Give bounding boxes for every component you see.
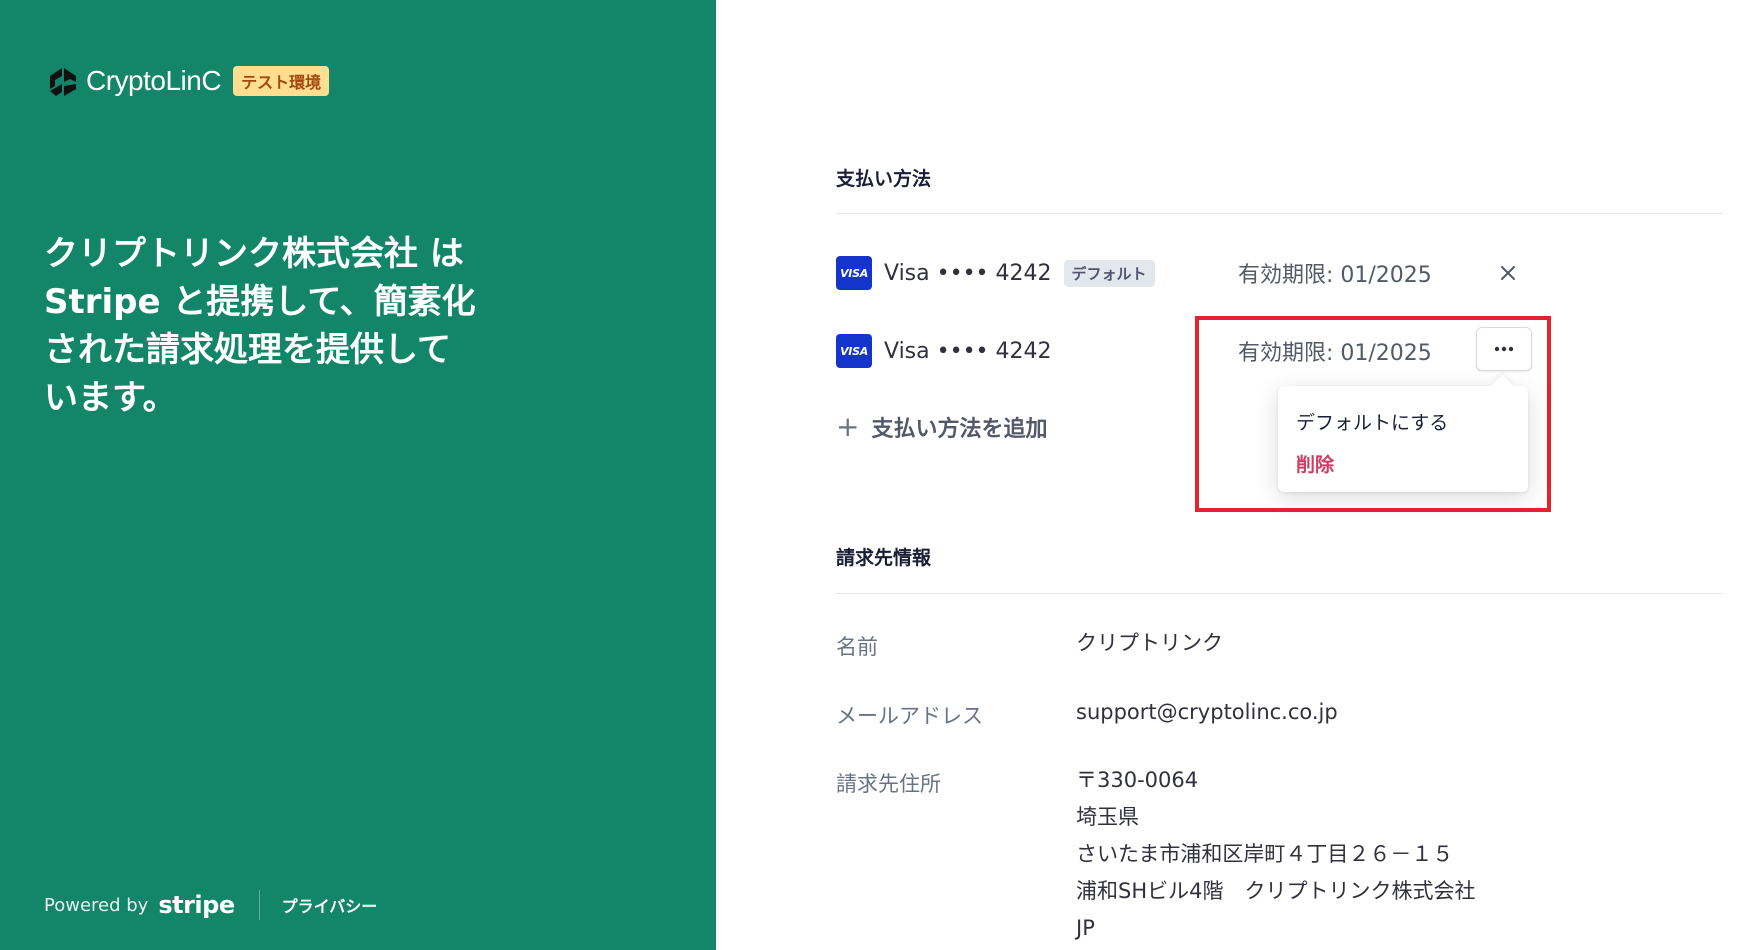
brand-name: CryptoLinC [86,65,222,96]
footer: Powered by stripe プライバシー [44,890,377,920]
footer-divider [258,890,260,920]
address-line: JP [1076,916,1095,940]
email-label: メールアドレス [836,704,983,728]
address-label: 請求先住所 [836,772,941,796]
privacy-link[interactable]: プライバシー [282,893,378,917]
brand-panel: CryptoLinC テスト環境 クリプトリンク株式会社 は Stripe と提… [0,0,716,950]
payment-methods-title: 支払い方法 [836,168,932,190]
card-number: Visa •••• 4242 [884,260,1052,286]
address-line: 埼玉県 [1076,805,1139,829]
address-line: 浦和SHビル4階 クリプトリンク株式会社 [1076,879,1476,903]
card-row-default: VISA Visa •••• 4242 デフォルト 有効期限: 01/2025 [836,253,1723,293]
email-value: support@cryptolinc.co.jp [1076,700,1338,724]
add-payment-method-label: 支払い方法を追加 [871,416,1048,442]
card-expiry: 有効期限: 01/2025 [1238,263,1432,288]
visa-card-icon: VISA [836,256,872,290]
billing-info-divider [836,593,1723,594]
billing-portal-content: 支払い方法 VISA Visa •••• 4242 デフォルト 有効期限: 01… [836,0,1723,950]
close-icon[interactable] [1494,259,1522,287]
payment-methods-divider [836,213,1723,214]
test-env-badge: テスト環境 [233,66,330,96]
add-payment-method-button[interactable]: + 支払い方法を追加 [836,410,1047,443]
cryptolinc-logo-icon [50,68,76,96]
stripe-logo[interactable]: stripe [158,891,235,919]
address-line: 〒330-0064 [1076,768,1199,792]
card-number: Visa •••• 4242 [884,338,1052,364]
address-value: 〒330-0064 埼玉県 さいたま市浦和区岸町４丁目２６－１５ 浦和SHビル4… [1076,762,1475,947]
highlight-annotation-box [1195,316,1551,512]
name-value: クリプトリンク [1076,631,1223,655]
billing-info-title: 請求先情報 [836,547,932,569]
name-label: 名前 [836,635,878,659]
powered-by-label: Powered by [44,894,149,916]
page-headline: クリプトリンク株式会社 は Stripe と提携して、簡素化された請求処理を提供… [44,234,476,418]
visa-card-icon: VISA [836,334,872,368]
default-badge: デフォルト [1063,259,1155,287]
plus-icon: + [836,410,860,443]
address-line: さいたま市浦和区岸町４丁目２６－１５ [1076,842,1454,866]
brand-header: CryptoLinC テスト環境 [44,62,330,100]
